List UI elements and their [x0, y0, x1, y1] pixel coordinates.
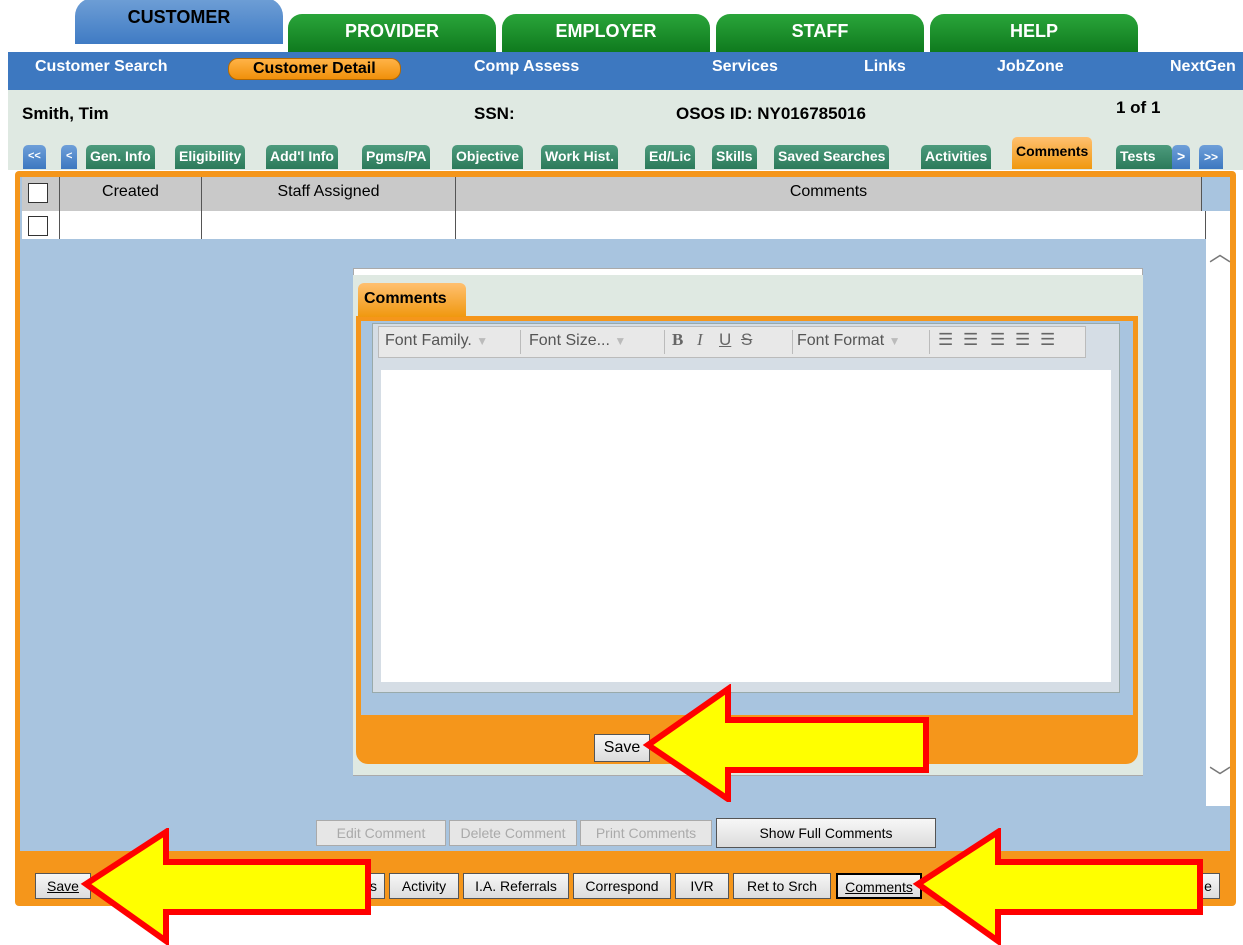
prev-page-button[interactable]: < — [61, 145, 78, 169]
record-count: 1 of 1 — [1116, 98, 1161, 117]
table-row-cell-created — [60, 211, 202, 239]
subnav-links[interactable]: Links — [864, 58, 906, 76]
column-created: Created — [60, 177, 202, 211]
scroll-down-icon[interactable]: ﹀ — [1209, 760, 1231, 792]
tab-employer[interactable]: EMPLOYER — [502, 14, 710, 52]
unordered-list-icon[interactable]: ☰ — [963, 330, 978, 350]
underline-icon[interactable]: U — [719, 330, 731, 350]
subtab-ed-lic[interactable]: Ed/Lic — [645, 145, 696, 169]
ordered-list-icon[interactable]: ☰ — [938, 330, 953, 350]
subtab-pgms-pa[interactable]: Pgms/PA — [362, 145, 431, 169]
italic-icon[interactable]: I — [697, 330, 703, 350]
arrow-pointing-to-save-icon — [80, 828, 371, 945]
scroll-up-icon[interactable]: ︿ — [1209, 236, 1231, 268]
subtab-eligibility[interactable]: Eligibility — [175, 145, 246, 169]
show-full-comments-button[interactable]: Show Full Comments — [716, 818, 936, 848]
ret-to-srch-button[interactable]: Ret to Srch — [733, 873, 831, 899]
strikethrough-icon[interactable]: S — [741, 330, 752, 350]
font-family-select[interactable]: Font Family. ▼ — [381, 330, 521, 354]
vertical-scrollbar[interactable] — [1206, 211, 1230, 806]
tab-staff[interactable]: STAFF — [716, 14, 924, 52]
subnav-customer-search[interactable]: Customer Search — [35, 58, 168, 76]
subnav-services[interactable]: Services — [712, 58, 778, 76]
next-page-button[interactable]: > — [1172, 145, 1191, 169]
bold-icon[interactable]: B — [672, 330, 683, 350]
subtab-comments[interactable]: Comments — [1012, 137, 1093, 169]
ia-referrals-button[interactable]: I.A. Referrals — [463, 873, 569, 899]
indent-icon[interactable]: ☰ — [1015, 330, 1030, 350]
outdent-icon[interactable]: ☰ — [990, 330, 1005, 350]
subtab-gen-info[interactable]: Gen. Info — [86, 145, 155, 169]
subnav-customer-detail[interactable]: Customer Detail — [228, 58, 401, 80]
first-page-button[interactable]: << — [23, 145, 46, 169]
arrow-pointing-to-dialog-save-icon — [642, 684, 929, 802]
row-checkbox[interactable] — [28, 216, 48, 236]
activity-button[interactable]: Activity — [389, 873, 459, 899]
osos-id: OSOS ID: NY016785016 — [676, 104, 866, 123]
correspond-button[interactable]: Correspond — [573, 873, 671, 899]
customer-name: Smith, Tim — [22, 104, 109, 123]
last-page-button[interactable]: >> — [1199, 145, 1224, 169]
subtab-addl-info[interactable]: Add'l Info — [266, 145, 338, 169]
delete-comment-button[interactable]: Delete Comment — [449, 820, 577, 846]
customer-info-bar — [8, 90, 1243, 138]
table-row-cell-comments — [456, 211, 1206, 239]
dialog-tab-comments[interactable]: Comments — [358, 283, 466, 317]
subtab-tests[interactable]: Tests — [1116, 145, 1172, 169]
subtab-saved-searches[interactable]: Saved Searches — [774, 145, 890, 169]
print-comments-button[interactable]: Print Comments — [580, 820, 712, 846]
subtab-activities[interactable]: Activities — [921, 145, 992, 169]
subnav-comp-assess[interactable]: Comp Assess — [474, 58, 579, 76]
subtab-skills[interactable]: Skills — [712, 145, 757, 169]
column-staff-assigned: Staff Assigned — [202, 177, 456, 211]
tab-help[interactable]: HELP — [930, 14, 1138, 52]
ivr-button[interactable]: IVR — [675, 873, 729, 899]
justify-icon[interactable]: ☰ — [1040, 330, 1055, 350]
table-row-cell-staff — [202, 211, 456, 239]
comments-button[interactable]: Comments — [836, 873, 922, 899]
column-comments: Comments — [456, 177, 1202, 211]
arrow-pointing-to-comments-icon — [912, 828, 1203, 945]
subnav-nextgen[interactable]: NextGen — [1170, 58, 1236, 76]
font-size-select[interactable]: Font Size... ▼ — [525, 330, 665, 354]
tab-customer[interactable]: CUSTOMER — [75, 0, 283, 44]
select-all-checkbox[interactable] — [28, 183, 48, 203]
tab-provider[interactable]: PROVIDER — [288, 14, 496, 52]
font-format-select[interactable]: Font Format ▼ — [792, 330, 930, 354]
subnav-jobzone[interactable]: JobZone — [997, 58, 1064, 76]
comment-text-area[interactable] — [381, 370, 1111, 682]
subtab-objective[interactable]: Objective — [452, 145, 524, 169]
ssn-label: SSN: — [474, 104, 515, 123]
subtab-work-hist[interactable]: Work Hist. — [541, 145, 618, 169]
